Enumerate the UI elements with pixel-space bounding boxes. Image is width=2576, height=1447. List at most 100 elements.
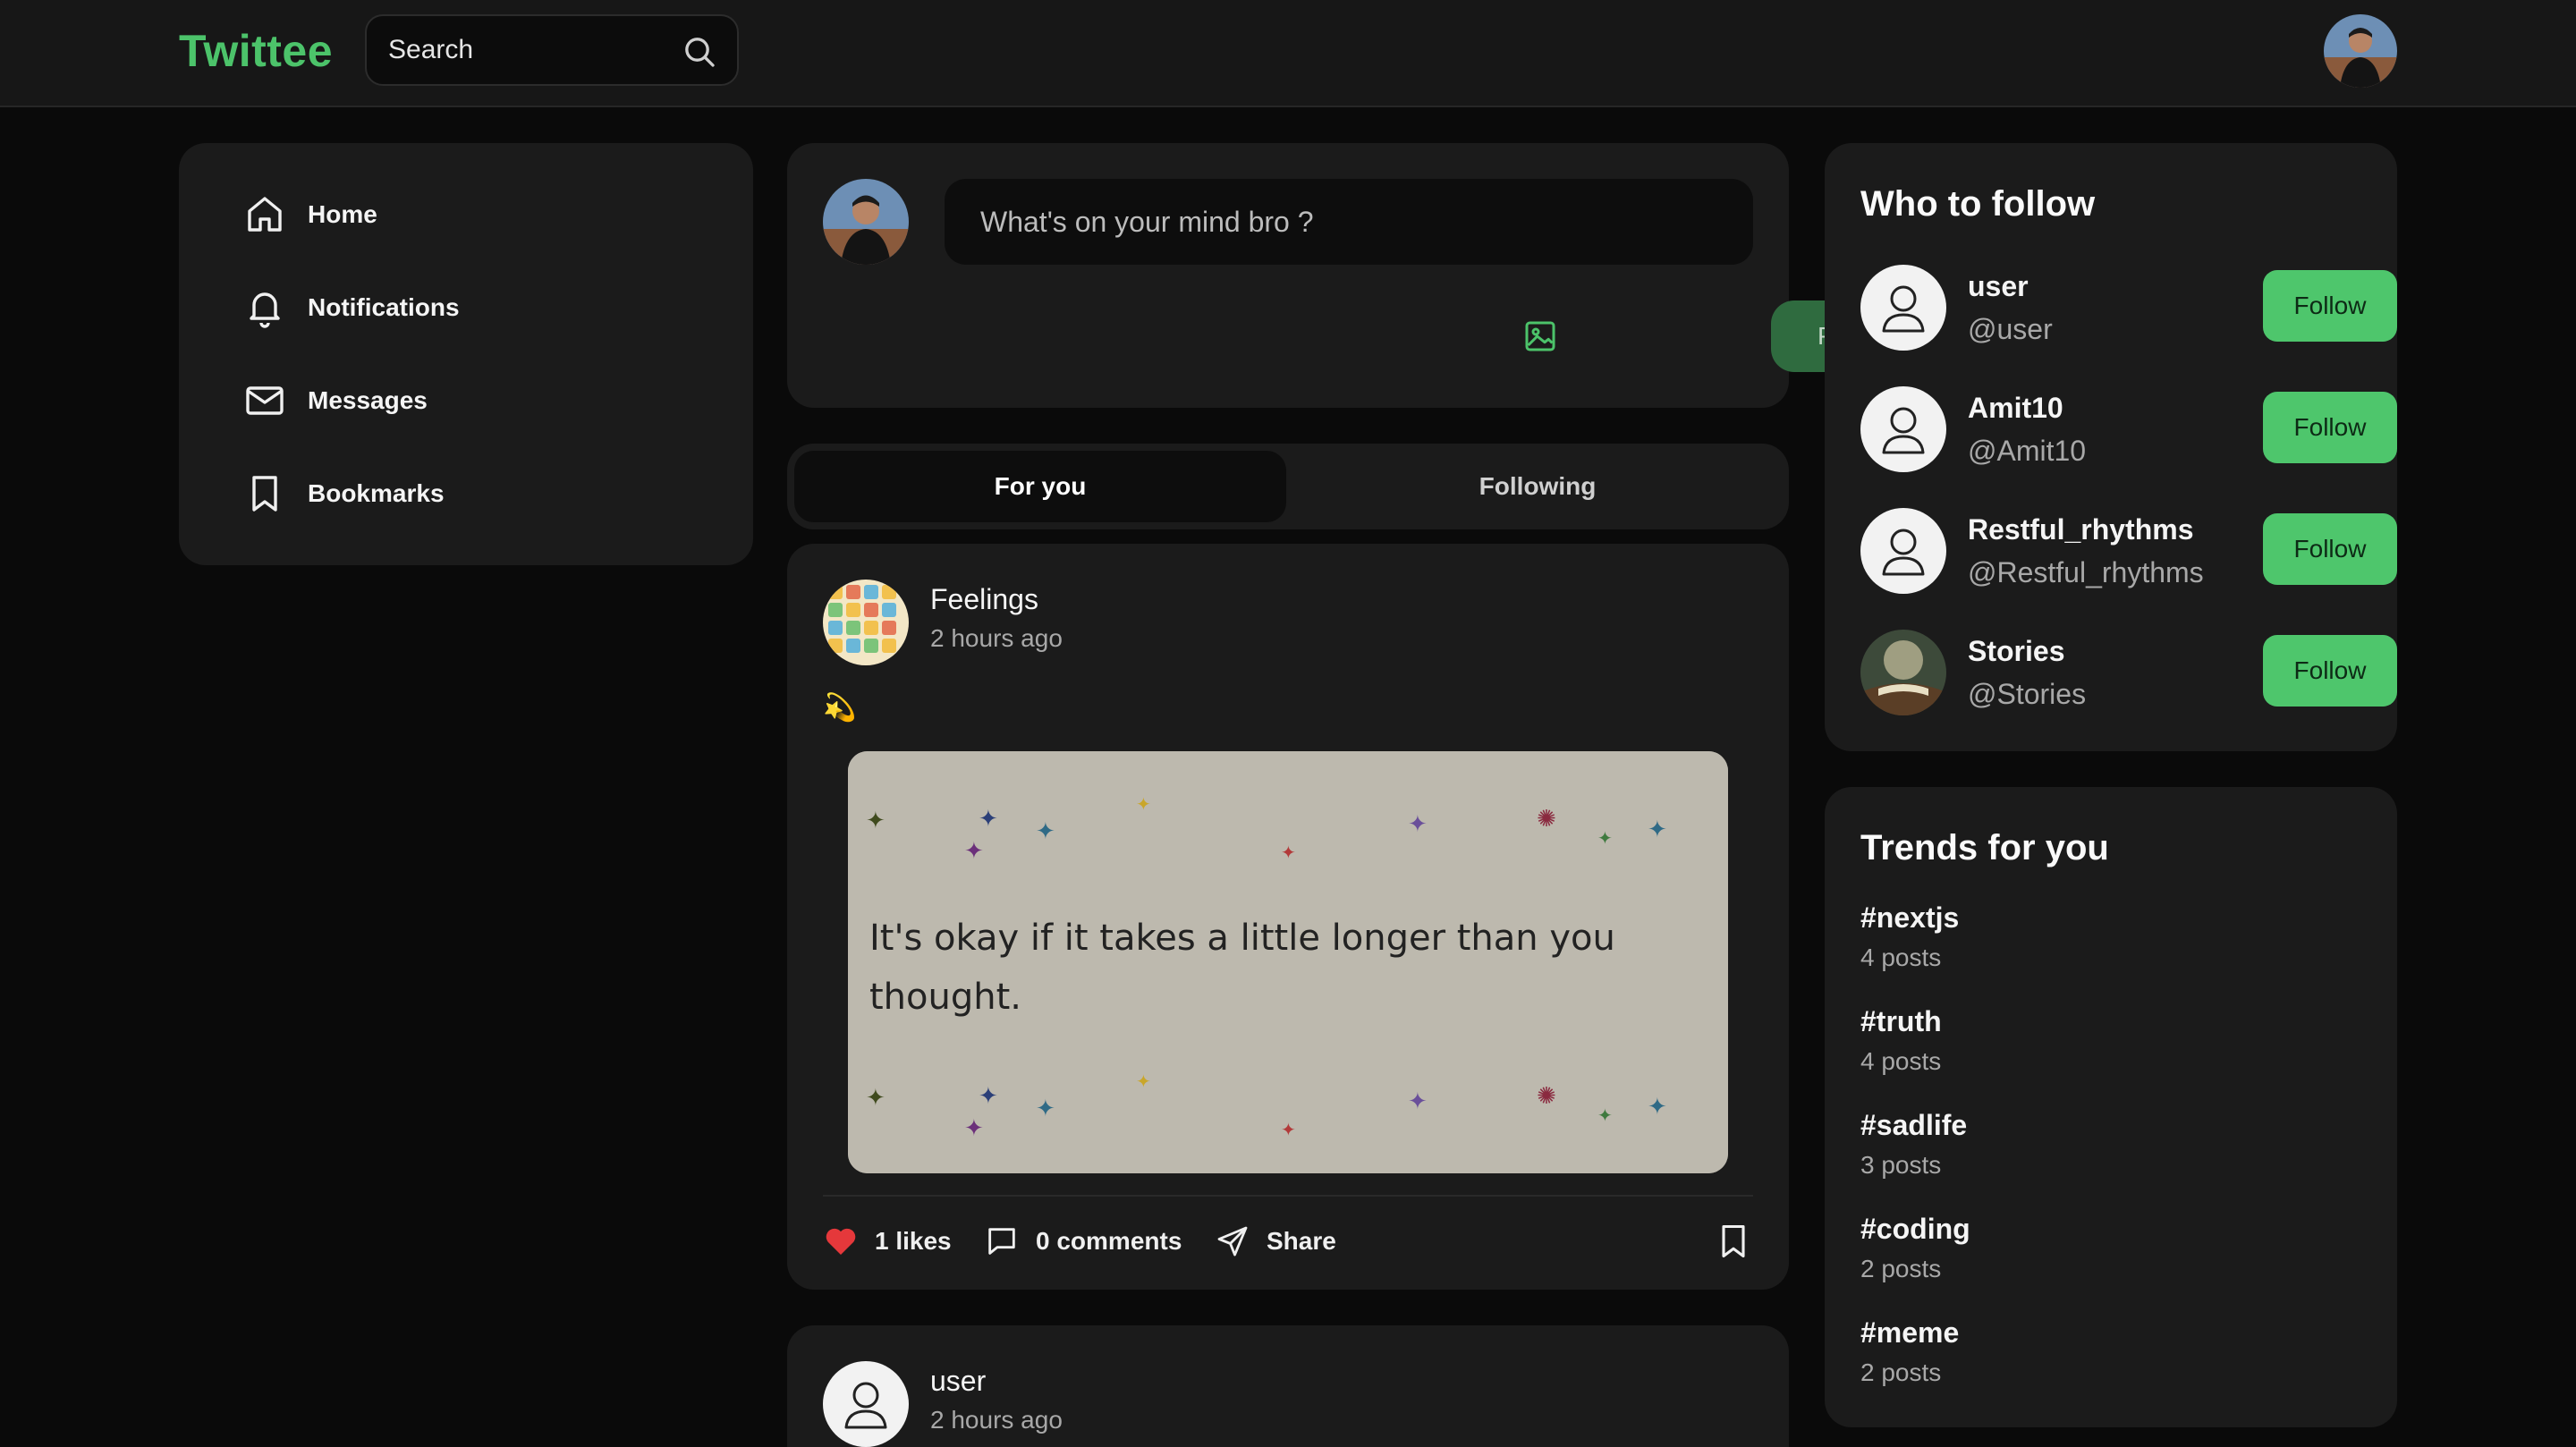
follow-name[interactable]: Stories — [1968, 635, 2064, 668]
follow-avatar[interactable] — [1860, 630, 1946, 715]
post-composer: Post — [787, 143, 1914, 408]
follow-name[interactable]: Amit10 — [1968, 392, 2063, 425]
likes-count: 1 likes — [875, 1227, 952, 1255]
trends-for-you: Trends for you #nextjs 4 posts #truth 4 … — [1825, 787, 2397, 1427]
post-author-avatar[interactable] — [823, 1361, 909, 1447]
like-button[interactable]: 1 likes — [823, 1216, 952, 1266]
heart-icon — [826, 1228, 856, 1255]
trend-tag: #nextjs — [1860, 901, 1960, 934]
follow-suggestion: user @user Follow — [1860, 265, 2397, 354]
follow-avatar[interactable] — [1860, 508, 1946, 594]
follow-button[interactable]: Follow — [2263, 513, 2397, 585]
svg-text:✦: ✦ — [1597, 1104, 1613, 1126]
trend-item[interactable]: #meme 2 posts — [1860, 1316, 1959, 1387]
trend-count: 4 posts — [1860, 944, 1942, 971]
feed-tabs: For you Following — [787, 444, 1789, 529]
who-to-follow-title: Who to follow — [1860, 184, 2096, 224]
user-icon — [1882, 407, 1925, 454]
trend-item[interactable]: #coding 2 posts — [1860, 1213, 1970, 1283]
svg-text:✦: ✦ — [1136, 1070, 1151, 1092]
profile-avatar[interactable] — [2324, 14, 2397, 88]
sidebar-item-home[interactable]: Home — [243, 188, 377, 241]
trend-tag: #coding — [1860, 1213, 1970, 1245]
user-icon — [1882, 285, 1925, 333]
follow-button[interactable]: Follow — [2263, 392, 2397, 463]
sidebar-item-label: Messages — [308, 386, 428, 414]
follow-handle: @Restful_rhythms — [1968, 556, 2204, 588]
svg-text:✦: ✦ — [1281, 842, 1296, 863]
svg-text:✦: ✦ — [964, 1115, 984, 1142]
follow-handle: @Amit10 — [1968, 435, 2087, 467]
tab-following[interactable]: Following — [1293, 451, 1782, 522]
follow-name[interactable]: user — [1968, 270, 2029, 303]
svg-text:✦: ✦ — [979, 1083, 998, 1110]
follow-suggestion: Stories @Stories Follow — [1860, 630, 2397, 719]
post-text: 💫 — [823, 693, 857, 723]
bell-icon — [250, 292, 280, 328]
post-card: user 2 hours ago — [787, 1325, 1789, 1447]
follow-handle: @Stories — [1968, 678, 2087, 710]
trends-title: Trends for you — [1860, 828, 2109, 867]
post-author-name[interactable]: user — [930, 1365, 986, 1398]
home-icon — [248, 197, 282, 232]
trend-item[interactable]: #sadlife 3 posts — [1860, 1109, 1967, 1180]
post-author-avatar[interactable] — [823, 580, 909, 665]
search-icon[interactable] — [682, 34, 717, 70]
comment-icon — [988, 1228, 1015, 1255]
post-image[interactable]: ✦ ✦ ✦ ✦ ✦ ✦ ✦ ✺ ✦ ✦ ✦ ✦ ✦ ✦ ✦ ✦ ✦ ✺ ✦ ✦ It's okay if it … — [848, 751, 1728, 1173]
sidebar-item-label: Home — [308, 200, 377, 228]
composer-avatar — [823, 179, 909, 265]
share-label: Share — [1267, 1227, 1336, 1255]
post-timestamp: 2 hours ago — [930, 1406, 1063, 1434]
trend-tag: #truth — [1860, 1005, 1942, 1037]
comment-button[interactable]: 0 comments — [984, 1216, 1182, 1266]
mail-icon — [246, 386, 284, 415]
post-card: Feelings 2 hours ago 💫 ✦ ✦ ✦ ✦ ✦ ✦ ✦ ✺ ✦ ✦ ✦ ✦ ✦ ✦ … — [787, 544, 1789, 1290]
post-image-caption: It's okay if it takes a little longer th… — [869, 918, 1615, 1018]
composer-input[interactable] — [945, 179, 1753, 265]
who-to-follow: Who to follow user @user Follow Amit10 @… — [1825, 143, 2397, 751]
bookmark-icon[interactable] — [1714, 1222, 1753, 1261]
trend-count: 2 posts — [1860, 1255, 1942, 1282]
trend-count: 3 posts — [1860, 1151, 1942, 1179]
search-box[interactable] — [365, 14, 739, 86]
sidebar-item-messages[interactable]: Messages — [243, 374, 428, 427]
svg-text:✦: ✦ — [1036, 818, 1055, 845]
app-logo[interactable]: Twittee — [179, 25, 333, 77]
follow-name[interactable]: Restful_rhythms — [1968, 513, 2194, 546]
trend-item[interactable]: #truth 4 posts — [1860, 1005, 1942, 1076]
trend-tag: #meme — [1860, 1316, 1960, 1349]
user-icon — [1882, 529, 1925, 576]
post-timestamp: 2 hours ago — [930, 624, 1063, 652]
follow-suggestion: Restful_rhythms @Restful_rhythms Follow — [1860, 508, 2397, 597]
sidebar-nav: Home Notifications Messages Bookmarks — [179, 143, 753, 565]
image-upload-icon[interactable] — [1522, 318, 1558, 354]
sidebar-item-notifications[interactable]: Notifications — [243, 281, 460, 334]
svg-text:✦: ✦ — [1036, 1096, 1055, 1122]
trend-count: 4 posts — [1860, 1047, 1942, 1075]
trend-count: 2 posts — [1860, 1358, 1942, 1386]
svg-text:✺: ✺ — [1537, 806, 1556, 833]
follow-handle: @user — [1968, 313, 2053, 345]
follow-avatar[interactable] — [1860, 265, 1946, 351]
svg-text:✦: ✦ — [1597, 827, 1613, 849]
svg-text:✺: ✺ — [1537, 1083, 1556, 1110]
follow-button[interactable]: Follow — [2263, 270, 2397, 342]
share-button[interactable]: Share — [1215, 1216, 1336, 1266]
trend-tag: #sadlife — [1860, 1109, 1968, 1141]
sidebar-item-label: Notifications — [308, 293, 460, 321]
sidebar-item-bookmarks[interactable]: Bookmarks — [243, 467, 445, 520]
tab-for-you[interactable]: For you — [794, 451, 1286, 522]
post-author-name[interactable]: Feelings — [930, 583, 1038, 616]
follow-avatar[interactable] — [1860, 386, 1946, 472]
svg-text:✦: ✦ — [866, 1085, 886, 1112]
svg-text:✦: ✦ — [866, 808, 886, 834]
send-icon — [1217, 1226, 1248, 1257]
top-bar: Twittee — [0, 0, 2576, 107]
user-icon — [844, 1382, 887, 1429]
search-input[interactable] — [388, 32, 657, 68]
svg-text:✦: ✦ — [1648, 817, 1667, 843]
trend-item[interactable]: #nextjs 4 posts — [1860, 901, 1959, 972]
bookmark-icon — [252, 476, 277, 512]
follow-button[interactable]: Follow — [2263, 635, 2397, 707]
